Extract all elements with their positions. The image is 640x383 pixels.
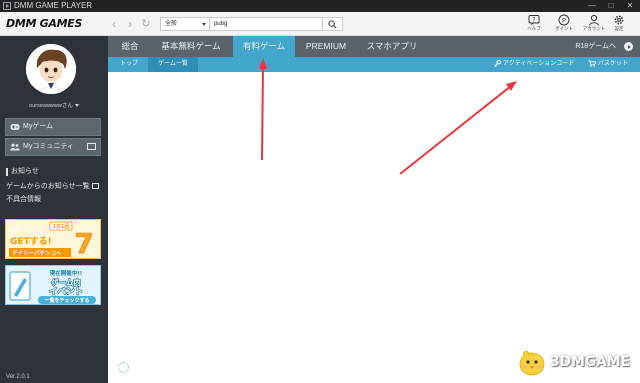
subnav-top[interactable]: トップ bbox=[114, 57, 144, 72]
event-banner-graphic: 現在開催中!! ゲーム内 イベント 一覧をチェックする bbox=[6, 266, 100, 304]
minimize-button[interactable]: — bbox=[584, 0, 600, 12]
my-community-button[interactable]: Myコミュニティ bbox=[5, 138, 101, 156]
subnav-game-list[interactable]: ゲーム一覧 bbox=[148, 57, 198, 72]
settings-button[interactable]: 設定 bbox=[607, 14, 631, 35]
search-icon bbox=[328, 20, 337, 29]
help-label: ヘルプ bbox=[527, 26, 541, 31]
tab-paid-games[interactable]: 有料ゲーム bbox=[233, 36, 295, 57]
app-icon bbox=[3, 2, 11, 10]
title-bar: DMM GAME PLAYER — □ ✕ bbox=[0, 0, 640, 12]
reload-icon[interactable]: ↻ bbox=[140, 17, 152, 31]
banner-number: 7 bbox=[74, 227, 93, 259]
window-title: DMM GAME PLAYER bbox=[14, 1, 93, 10]
in-game-event-banner[interactable]: 現在開催中!! ゲーム内 イベント 一覧をチェックする bbox=[5, 265, 101, 305]
arrow-right-circle-icon[interactable] bbox=[624, 42, 633, 51]
game-news-label: ゲームからのお知らせ一覧 bbox=[6, 183, 90, 190]
key-icon bbox=[494, 59, 502, 67]
watermark-text: 3DMGAME bbox=[550, 354, 630, 370]
settings-label: 設定 bbox=[614, 26, 624, 31]
help-button[interactable]: ? ヘルプ bbox=[522, 14, 546, 35]
bug-info-link[interactable]: 不具合情報 bbox=[6, 194, 41, 204]
search-scope-value: 全般 bbox=[165, 21, 178, 27]
my-games-button[interactable]: Myゲーム bbox=[5, 118, 101, 136]
account-button[interactable]: アカウント bbox=[582, 14, 606, 35]
tab-overall[interactable]: 総合 bbox=[114, 36, 146, 57]
external-link-icon bbox=[91, 183, 99, 190]
username-text: ourseawwwwさん bbox=[29, 103, 73, 109]
point-banner-graphic: 7 1日1回 ポイント GETする! デイリーパチンコへ bbox=[6, 220, 100, 259]
search-button[interactable] bbox=[323, 17, 343, 31]
settings-icon bbox=[614, 15, 624, 25]
point-icon: P bbox=[558, 14, 570, 26]
my-games-label: Myゲーム bbox=[23, 123, 54, 130]
maximize-button[interactable]: □ bbox=[603, 0, 619, 12]
chick-logo-icon bbox=[519, 350, 545, 376]
avatar[interactable] bbox=[26, 44, 76, 94]
chevron-down-icon bbox=[202, 23, 206, 26]
point-label: ポイント bbox=[555, 26, 573, 31]
search-scope-select[interactable]: 全般 bbox=[160, 17, 210, 31]
banner-line2: GETする! bbox=[10, 236, 52, 247]
help-icon: ? bbox=[528, 15, 540, 26]
r18-link[interactable]: R18ゲームへ bbox=[575, 36, 616, 57]
banner-line3: デイリーパチンコへ bbox=[12, 249, 62, 257]
version-text: Ver.2.0.1 bbox=[6, 374, 30, 380]
tab-free-games[interactable]: 基本無料ゲーム bbox=[152, 36, 230, 57]
game-news-link[interactable]: ゲームからのお知らせ一覧 bbox=[6, 181, 99, 191]
username[interactable]: ourseawwwwさん bbox=[0, 101, 108, 109]
tab-smartphone-apps[interactable]: スマホアプリ bbox=[360, 36, 424, 57]
toolbar: DMM GAMES ‹ › ↻ 全般 ? ヘルプ P ポイント アカウント 設定 bbox=[0, 12, 640, 36]
close-button[interactable]: ✕ bbox=[622, 0, 638, 12]
avatar-illustration bbox=[26, 44, 76, 94]
cart-icon bbox=[588, 60, 597, 67]
account-label: アカウント bbox=[582, 26, 606, 31]
banner-line1: ゲーム内 bbox=[51, 277, 81, 287]
tab-premium[interactable]: PREMIUM bbox=[300, 36, 352, 57]
basket-label: バスケット bbox=[598, 61, 629, 67]
basket-link[interactable]: バスケット bbox=[588, 57, 628, 72]
news-section-title: お知らせ bbox=[6, 168, 39, 176]
main-content bbox=[108, 72, 640, 383]
category-tabs: 総合 基本無料ゲーム 有料ゲーム PREMIUM スマホアプリ R18ゲームへ bbox=[108, 36, 640, 57]
my-community-label: Myコミュニティ bbox=[23, 143, 74, 150]
dmm-games-logo[interactable]: DMM GAMES bbox=[6, 16, 82, 32]
svg-text:P: P bbox=[562, 16, 566, 24]
search-input[interactable] bbox=[210, 17, 323, 31]
banner-badge: 1日1回 bbox=[53, 223, 70, 230]
account-icon bbox=[589, 14, 599, 26]
svg-text:?: ? bbox=[532, 17, 535, 24]
community-icon bbox=[10, 143, 20, 151]
loading-spinner-icon bbox=[118, 362, 129, 373]
activation-code-label: アクティベーションコード bbox=[503, 61, 575, 67]
forward-icon[interactable]: › bbox=[124, 17, 136, 31]
external-link-icon bbox=[87, 143, 96, 150]
banner-line1: ポイント bbox=[10, 224, 46, 236]
banner-line2: イベント bbox=[49, 287, 83, 297]
daily-point-banner[interactable]: 7 1日1回 ポイント GETする! デイリーパチンコへ bbox=[5, 219, 101, 259]
activation-code-link[interactable]: アクティベーションコード bbox=[494, 57, 574, 72]
gamepad-icon bbox=[10, 124, 20, 130]
banner-line3: 一覧をチェックする bbox=[44, 297, 89, 304]
banner-line0: 現在開催中!! bbox=[50, 269, 83, 277]
point-button[interactable]: P ポイント bbox=[552, 14, 576, 35]
watermark: 3DMGAME bbox=[515, 345, 637, 379]
sub-navigation: トップ ゲーム一覧 アクティベーションコード バスケット bbox=[108, 57, 640, 72]
back-icon[interactable]: ‹ bbox=[108, 17, 120, 31]
chevron-down-icon bbox=[74, 104, 79, 108]
sidebar: ourseawwwwさん Myゲーム Myコミュニティ お知らせ ゲームからのお… bbox=[0, 36, 108, 383]
